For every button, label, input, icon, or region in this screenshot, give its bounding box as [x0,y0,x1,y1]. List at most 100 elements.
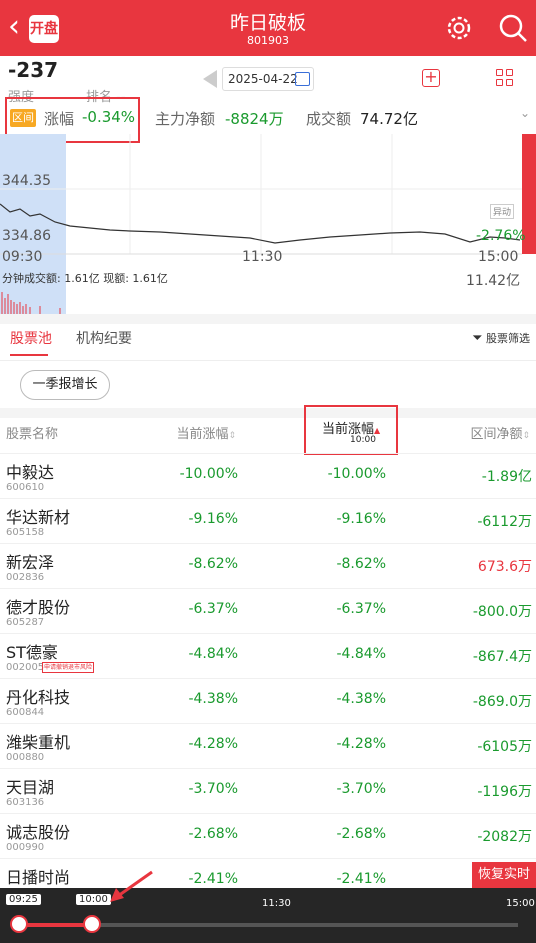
stock-tag: 申请撤销退市风险 [42,662,95,673]
divider [0,360,536,361]
stock-name: 中毅达 [6,463,55,482]
stock-code: 000990 [6,842,45,853]
table-row[interactable]: 诚志股份 000990 -2.68% -2.68% -2082万 [0,813,536,858]
prev-date-icon[interactable] [203,70,217,88]
time-start: 09:30 [2,249,43,265]
time-scrubber[interactable]: 09:25 10:00 11:30 15:00 [0,870,536,943]
stock-name: ST德豪 [6,643,58,662]
tab-stock-pool[interactable]: 股票池 [10,328,52,348]
timeline-end: 15:00 [506,898,535,909]
gear-icon[interactable] [443,12,475,44]
pct-right: -2.76% [476,228,526,244]
current-change-cell: -10.00% [327,466,386,482]
timeline-current: 10:00 [76,894,111,905]
app-header: ‹ 开盘 昨日破板 801903 [0,0,536,56]
table-row[interactable]: 新宏泽 002836 -8.62% -8.62% 673.6万 [0,543,536,588]
stock-code: 605158 [6,527,45,538]
volume-line: 分钟成交额: 1.61亿 现额: 1.61亿 [2,272,168,285]
table-row[interactable]: 德才股份 605287 -6.37% -6.37% -800.0万 [0,588,536,633]
change-cell: -4.84% [188,646,238,662]
current-change-cell: -4.84% [336,646,386,662]
net-label: 主力净额 [155,110,216,128]
date-picker[interactable]: 2025-04-22 [222,67,314,91]
change-cell: -10.00% [179,466,238,482]
grid-icon[interactable] [496,69,514,87]
change-cell: -2.41% [188,871,238,887]
start-handle[interactable] [10,915,28,933]
current-change-cell: -4.38% [336,691,386,707]
timeline-mid: 11:30 [262,898,291,909]
add-icon[interactable]: + [422,69,440,87]
alert-badge[interactable]: 异动 [490,204,515,219]
table-row[interactable]: 中毅达 600610 -10.00% -10.00% -1.89亿 [0,453,536,498]
current-handle[interactable] [83,915,101,933]
time-end: 15:00 [478,249,519,265]
stock-code: 605287 [6,617,45,628]
sort-icon: ⇕ [522,431,530,441]
table-row[interactable]: 潍柴重机 000880 -4.28% -4.28% -6105万 [0,723,536,768]
table-row[interactable]: 丹化科技 600844 -4.38% -4.38% -869.0万 [0,678,536,723]
chart-svg [0,134,536,314]
tab-institution-notes[interactable]: 机构纪要 [76,328,132,348]
selected-range [0,134,66,314]
change-cell: -8.62% [188,556,238,572]
chevron-down-icon[interactable]: ⌄ [520,106,530,120]
current-change-cell: -6.37% [336,601,386,617]
stock-name: 华达新材 [6,508,71,527]
net-cell: -869.0万 [472,694,532,710]
net-cell: -6105万 [477,739,532,755]
net-value: -8824万 [225,110,284,128]
search-icon[interactable] [497,12,529,44]
current-change-cell: -2.41% [336,871,386,887]
restore-realtime-button[interactable]: 恢复实时 [472,862,536,888]
table-row[interactable]: 华达新材 605158 -9.16% -9.16% -6112万 [0,498,536,543]
arrow-annotation [110,870,153,902]
net-cell: -1196万 [477,784,532,800]
price-high: 344.35 [2,173,51,189]
change-cell: -4.28% [188,736,238,752]
strength-value: -237 [8,58,59,82]
net-cell: -867.4万 [472,649,532,665]
header-net-label: 区间净额 [470,427,523,442]
current-change-cell: -8.62% [336,556,386,572]
stock-code: 000880 [6,752,45,763]
stock-code: 600610 [6,482,45,493]
volume-value: 74.72亿 [360,110,418,128]
header-change[interactable]: 当前涨幅⇕ [176,423,236,442]
time-mid: 11:30 [242,249,283,265]
stock-filter-button[interactable]: ⏷ 股票筛选 [472,330,530,346]
change-cell: -2.68% [188,826,238,842]
header-change-label: 当前涨幅 [176,427,229,442]
timeline-progress [18,923,92,927]
header-name: 股票名称 [6,427,59,442]
filter-icon: ⏷ [472,331,483,346]
net-cell: -1.89亿 [481,469,532,485]
date-value: 2025-04-22 [228,72,298,86]
tab-underline [10,354,48,356]
stock-name: 诚志股份 [6,823,71,842]
divider [0,408,536,418]
price-line [0,203,521,244]
table-row[interactable]: 天目湖 603136 -3.70% -3.70% -1196万 [0,768,536,813]
divider [0,314,536,324]
volume-right: 11.42亿 [466,273,521,289]
header-net[interactable]: 区间净额⇕ [470,423,530,442]
table-row[interactable]: ST德豪 002005 申请撤销退市风险 -4.84% -4.84% -867.4万 [0,633,536,678]
stock-name: 新宏泽 [6,553,55,572]
timeline-start: 09:25 [6,894,41,905]
calendar-icon [295,72,310,86]
net-cell: -6112万 [477,514,532,530]
stock-name: 丹化科技 [6,688,71,707]
table-header: 股票名称 当前涨幅⇕ 当前涨幅▲ 10:00 区间净额⇕ [0,418,536,450]
change-cell: -3.70% [188,781,238,797]
stock-name: 日播时尚 [6,868,71,887]
sort-icon: ⇕ [228,431,236,441]
filter-label: 股票筛选 [486,332,530,345]
stock-code: 600844 [6,707,45,718]
filter-chip[interactable]: 一季报增长 [20,370,110,400]
current-change-cell: -3.70% [336,781,386,797]
current-change-cell: -4.28% [336,736,386,752]
change-cell: -9.16% [188,511,238,527]
change-cell: -4.38% [188,691,238,707]
intraday-chart[interactable]: 344.35 334.86 -2.76% 09:30 11:30 15:00 分… [0,134,536,314]
